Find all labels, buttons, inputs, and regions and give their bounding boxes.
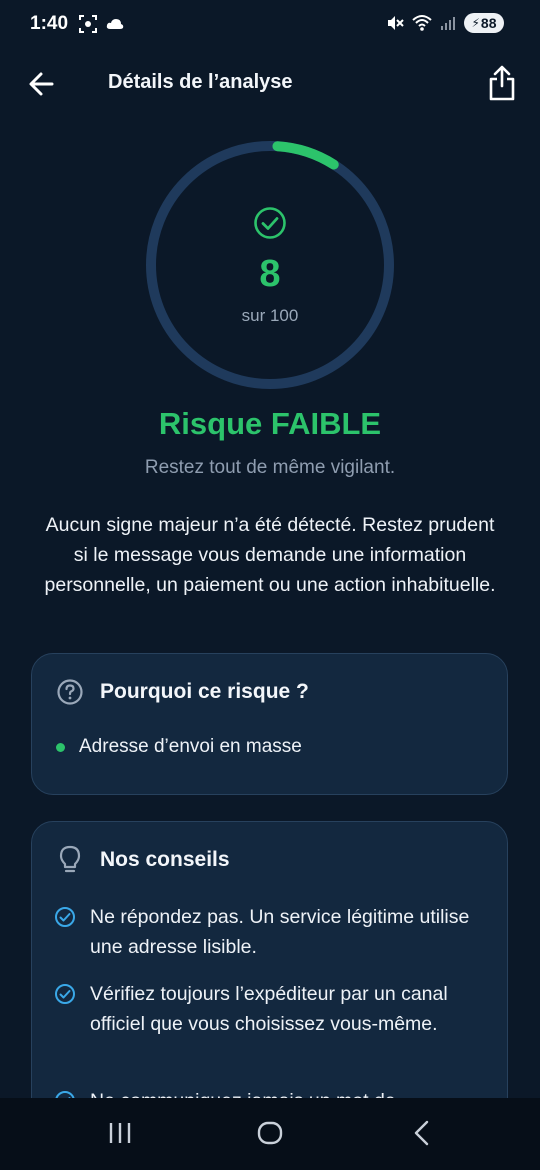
mute-icon: [388, 16, 404, 30]
risk-level-title: Risque FAIBLE: [158, 406, 382, 441]
battery-icon: ⚡ 88: [464, 13, 504, 33]
arrow-left-icon: [29, 72, 54, 96]
battery-level: 88: [480, 15, 497, 31]
check-circle-icon: [55, 907, 75, 927]
recents-icon: [109, 1123, 131, 1143]
status-bar: 1:40 ⚡ 88: [0, 0, 540, 52]
check-circle-icon: [55, 984, 75, 1004]
share-button[interactable]: [486, 64, 518, 102]
screenshot-icon: [79, 15, 97, 33]
tips-title: Nos conseils: [100, 848, 230, 871]
system-back-button[interactable]: [402, 1116, 442, 1150]
question-circle-icon: [56, 678, 84, 706]
system-nav-bar: [0, 1098, 540, 1170]
why-risk-header: Pourquoi ce risque ?: [56, 678, 309, 706]
page-title: Détails de l’analyse: [108, 71, 293, 93]
status-left-icons: [78, 14, 124, 34]
battery-bolt-icon: ⚡: [471, 16, 480, 30]
tips-header: Nos conseils: [56, 845, 230, 874]
home-button[interactable]: [250, 1116, 290, 1150]
list-item: Adresse d’envoi en masse: [56, 736, 302, 758]
bullet-dot-icon: [56, 742, 65, 752]
risk-score-max: sur 100: [241, 306, 299, 325]
risk-description: Aucun signe majeur n’a été détecté. Rest…: [44, 514, 496, 596]
tip-text: Vérifiez toujours l’expéditeur par un ca…: [90, 983, 448, 1035]
wifi-icon: [412, 15, 432, 31]
signal-icon: [441, 17, 455, 30]
why-risk-reason: Adresse d’envoi en masse: [79, 736, 302, 757]
why-risk-title: Pourquoi ce risque ?: [100, 680, 309, 703]
recents-button[interactable]: [100, 1116, 140, 1150]
cloud-icon: [106, 19, 124, 29]
why-risk-card: Pourquoi ce risque ? Adresse d’envoi en …: [31, 653, 508, 795]
tips-card: Nos conseils Ne répondez pas. Un service…: [31, 821, 508, 1121]
lightbulb-icon: [56, 845, 84, 874]
home-icon: [257, 1121, 283, 1145]
back-button[interactable]: [26, 68, 58, 100]
list-item: Ne répondez pas. Un service légitime uti…: [54, 902, 484, 962]
back-nav-icon: [414, 1120, 429, 1146]
status-time: 1:40: [30, 13, 69, 34]
share-icon: [489, 65, 515, 101]
app-bar: Détails de l’analyse: [0, 58, 540, 108]
check-circle-icon: [254, 207, 286, 239]
status-right-icons: ⚡ 88: [386, 13, 504, 33]
risk-level-subtitle: Restez tout de même vigilant.: [144, 457, 396, 478]
risk-score: 8: [259, 253, 281, 295]
list-item: Vérifiez toujours l’expéditeur par un ca…: [54, 979, 484, 1039]
tip-text: Ne répondez pas. Un service légitime uti…: [90, 906, 470, 958]
